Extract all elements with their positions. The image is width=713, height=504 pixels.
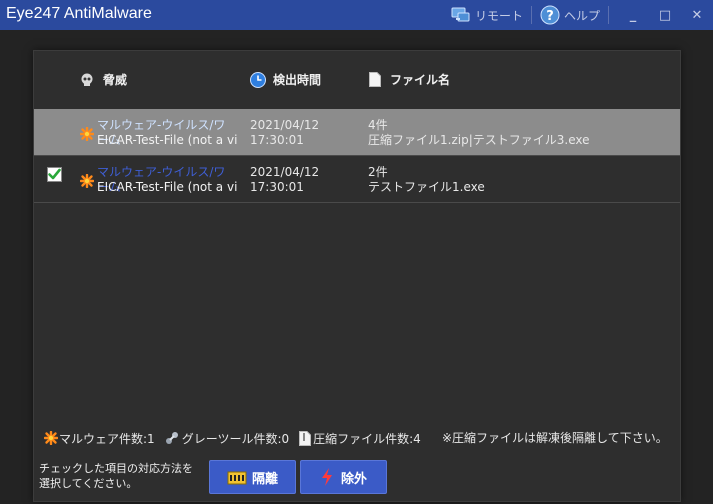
- instruction-line-1: チェックした項目の対応方法を: [39, 462, 193, 475]
- threat-detail: EICAR-Test-File (not a virus): [97, 133, 237, 147]
- remote-icon: [451, 6, 471, 24]
- compressed-count-label: 圧縮ファイル件数:4: [313, 431, 421, 446]
- malware-star-icon: [43, 430, 59, 446]
- malware-star-icon: [79, 126, 95, 142]
- table-header: 脅威 検出時間 ファイル名: [34, 51, 680, 110]
- quarantine-button[interactable]: 隔離: [209, 460, 296, 494]
- exclude-button[interactable]: 除外: [300, 460, 387, 494]
- remote-label: リモート: [474, 8, 523, 23]
- title-bar: Eye247 AntiMalware リモート ? ヘルプ _ □ ✕: [0, 0, 713, 30]
- exclude-label: 除外: [340, 471, 367, 487]
- header-filename-label: ファイル名: [390, 73, 451, 87]
- file-list: テストファイル1.exe: [368, 180, 485, 194]
- threat-detail: EICAR-Test-File (not a virus): [97, 180, 237, 194]
- greyware-count: グレーツール件数:0: [165, 430, 289, 447]
- file-count: 2件: [368, 165, 388, 179]
- detected-time: 17:30:01: [250, 180, 304, 194]
- help-label: ヘルプ: [563, 8, 600, 23]
- title-bar-controls: リモート ? ヘルプ _ □ ✕: [451, 0, 713, 30]
- detected-date: 2021/04/12: [250, 118, 320, 132]
- file-icon: [369, 72, 381, 87]
- svg-text:?: ?: [546, 9, 554, 24]
- greyware-count-label: グレーツール件数:0: [181, 431, 290, 446]
- quarantine-icon: [227, 469, 247, 485]
- header-filename[interactable]: ファイル名: [369, 71, 450, 88]
- header-detected-time-label: 検出時間: [273, 73, 322, 87]
- app-title: Eye247 AntiMalware: [6, 5, 152, 22]
- header-detected-time[interactable]: 検出時間: [250, 71, 321, 88]
- help-button[interactable]: ? ヘルプ: [540, 0, 600, 30]
- header-threat[interactable]: 脅威: [80, 71, 127, 88]
- file-list: 圧縮ファイル1.zip|テストファイル3.exe: [368, 133, 590, 147]
- minimize-button[interactable]: _: [617, 0, 649, 30]
- row-checkbox[interactable]: [47, 167, 62, 182]
- table-row[interactable]: マルウェア-ウイルス/ワーム EICAR-Test-File (not a vi…: [34, 156, 680, 203]
- malware-count: マルウェア件数:1: [43, 430, 155, 447]
- maximize-button[interactable]: □: [649, 0, 681, 30]
- help-icon: ?: [540, 5, 560, 25]
- lightning-icon: [320, 468, 334, 486]
- header-threat-label: 脅威: [103, 73, 128, 87]
- instruction-text: チェックした項目の対応方法を 選択してください。: [39, 461, 193, 491]
- file-count: 4件: [368, 118, 388, 132]
- title-separator: [530, 6, 532, 24]
- compressed-file-icon: [299, 430, 312, 446]
- quarantine-label: 隔離: [251, 471, 278, 487]
- clock-icon: [250, 71, 266, 88]
- detection-dialog: 脅威 検出時間 ファイル名 マルウェア-ウイルス/ワーム EICAR-Test-…: [33, 50, 681, 502]
- detected-time: 17:30:01: [250, 133, 304, 147]
- remote-button[interactable]: リモート: [451, 0, 523, 30]
- skull-icon: [80, 73, 94, 87]
- instruction-line-2: 選択してください。: [39, 477, 138, 490]
- detected-date: 2021/04/12: [250, 165, 320, 179]
- table-row[interactable]: マルウェア-ウイルス/ワーム EICAR-Test-File (not a vi…: [34, 109, 680, 156]
- compressed-count: 圧縮ファイル件数:4: [299, 430, 421, 447]
- checkmark-icon: [47, 167, 62, 182]
- grey-tool-icon: [165, 431, 180, 445]
- malware-count-label: マルウェア件数:1: [59, 431, 155, 446]
- title-separator-2: [608, 6, 609, 24]
- close-button[interactable]: ✕: [681, 0, 713, 30]
- malware-star-icon: [79, 173, 95, 189]
- stats-bar: マルウェア件数:1 グレーツール件数:0 圧縮ファイル件数:4 ※圧縮ファイルは…: [43, 429, 674, 447]
- compressed-note: ※圧縮ファイルは解凍後隔離して下さい。: [442, 431, 668, 445]
